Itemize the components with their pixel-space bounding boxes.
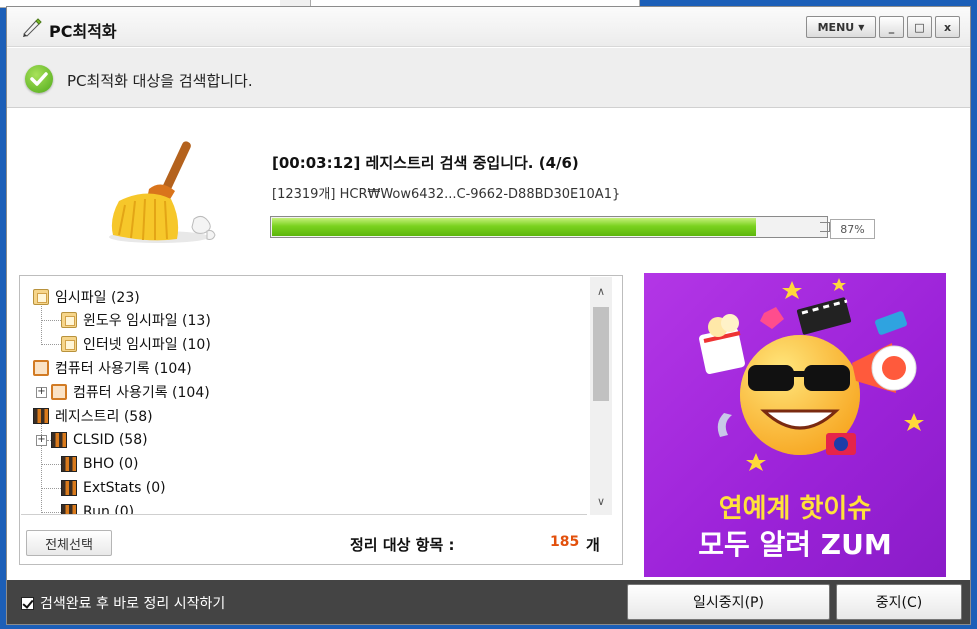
scroll-down-icon[interactable]: ∨ bbox=[590, 491, 612, 511]
tree-item-label: 임시파일 (23) bbox=[55, 290, 140, 306]
brush-pen-icon bbox=[23, 18, 42, 37]
tree-item[interactable]: 윈도우 임시파일 (13) bbox=[61, 308, 211, 332]
window-title: PC최적화 bbox=[49, 22, 117, 41]
registry-icon bbox=[61, 480, 77, 496]
tree-item-label: BHO (0) bbox=[83, 456, 139, 472]
tree-connector bbox=[41, 344, 61, 345]
status-header: PC최적화 대상을 검색합니다. bbox=[7, 48, 970, 108]
tree-connector bbox=[41, 512, 61, 513]
temp-folder-icon bbox=[61, 312, 77, 328]
scan-status-title: [00:03:12] 레지스트리 검색 중입니다. (4/6) bbox=[272, 154, 579, 172]
tree-item-label: 컴퓨터 사용기록 (104) bbox=[73, 385, 210, 401]
tree-item-label: 인터넷 임시파일 (10) bbox=[83, 337, 211, 353]
tree-item[interactable]: + 컴퓨터 사용기록 (104) bbox=[36, 380, 210, 404]
auto-clean-checkbox[interactable]: 검색완료 후 바로 정리 시작하기 bbox=[21, 593, 225, 613]
total-items-label: 정리 대상 항목 : bbox=[350, 536, 455, 554]
scroll-up-icon[interactable]: ∧ bbox=[590, 281, 612, 301]
minimize-button[interactable]: _ bbox=[879, 16, 904, 38]
tree-item-label: 윈도우 임시파일 (13) bbox=[83, 313, 211, 329]
menu-button[interactable]: MENU ▼ bbox=[806, 16, 876, 38]
tree-item[interactable]: 임시파일 (23) bbox=[33, 285, 140, 309]
window-controls: MENU ▼ _ □ x bbox=[806, 16, 960, 38]
tree-item-label: 레지스트리 (58) bbox=[55, 409, 153, 425]
record-icon bbox=[51, 384, 67, 400]
expand-icon[interactable]: + bbox=[36, 386, 47, 398]
total-items-unit: 개 bbox=[586, 536, 600, 554]
ad-brand-line: 모두 알려 ZUM bbox=[698, 528, 892, 561]
title-bar[interactable]: PC최적화 MENU ▼ _ □ x bbox=[7, 7, 970, 47]
menu-label: MENU bbox=[817, 20, 855, 34]
result-tree[interactable]: 임시파일 (23) 윈도우 임시파일 (13) 인터넷 임시파일 (10) 컴퓨… bbox=[21, 277, 587, 515]
maximize-icon: □ bbox=[914, 20, 925, 34]
tree-item-label: ExtStats (0) bbox=[83, 480, 166, 496]
close-button[interactable]: x bbox=[935, 16, 960, 38]
tree-item-label: Run (0) bbox=[83, 504, 135, 515]
temp-folder-icon bbox=[61, 336, 77, 352]
pc-optimizer-window: PC최적화 MENU ▼ _ □ x PC최적화 대상을 검색합니다. [00:… bbox=[6, 6, 971, 625]
tree-item[interactable]: 인터넷 임시파일 (10) bbox=[61, 332, 211, 356]
result-tree-panel: 임시파일 (23) 윈도우 임시파일 (13) 인터넷 임시파일 (10) 컴퓨… bbox=[19, 275, 623, 565]
ad-illustration bbox=[699, 278, 924, 471]
total-items-count: 185 bbox=[550, 534, 580, 550]
temp-folder-icon bbox=[33, 289, 49, 305]
scroll-thumb[interactable] bbox=[593, 307, 609, 401]
registry-icon bbox=[61, 504, 77, 514]
select-all-button[interactable]: 전체선택 bbox=[26, 530, 112, 556]
ad-headline: 연예계 핫이슈 bbox=[718, 494, 872, 524]
chevron-down-icon: ▼ bbox=[858, 22, 865, 32]
registry-icon bbox=[51, 432, 67, 448]
tree-connector bbox=[41, 464, 61, 465]
progress-percent: 87% bbox=[830, 219, 875, 239]
broom-icon bbox=[109, 141, 216, 243]
minimize-icon: _ bbox=[888, 20, 895, 34]
tree-connector bbox=[41, 320, 61, 321]
check-icon bbox=[25, 65, 53, 93]
progress-bar bbox=[270, 216, 828, 238]
tree-item[interactable]: Run (0) bbox=[61, 500, 135, 515]
tree-item-label: 컴퓨터 사용기록 (104) bbox=[55, 361, 192, 377]
registry-icon bbox=[61, 456, 77, 472]
tree-item[interactable]: 컴퓨터 사용기록 (104) bbox=[33, 356, 192, 380]
tree-item[interactable]: 레지스트리 (58) bbox=[33, 404, 153, 428]
progress-fill bbox=[272, 218, 756, 236]
stop-button[interactable]: 중지(C) bbox=[836, 584, 962, 620]
tree-item[interactable]: + CLSID (58) bbox=[36, 428, 148, 452]
expand-icon[interactable]: + bbox=[36, 434, 47, 446]
maximize-button[interactable]: □ bbox=[907, 16, 932, 38]
tree-connector bbox=[41, 488, 61, 489]
tree-scrollbar[interactable]: ∧ ∨ bbox=[590, 277, 612, 515]
tree-item[interactable]: ExtStats (0) bbox=[61, 476, 166, 500]
tree-item[interactable]: BHO (0) bbox=[61, 452, 138, 476]
record-icon bbox=[33, 360, 49, 376]
footer-bar: 검색완료 후 바로 정리 시작하기 일시중지(P) 중지(C) bbox=[7, 580, 970, 624]
checkbox-checked-icon[interactable] bbox=[21, 596, 34, 610]
registry-icon bbox=[33, 408, 49, 424]
pause-button[interactable]: 일시중지(P) bbox=[627, 584, 830, 620]
close-icon: x bbox=[943, 20, 952, 34]
tree-item-label: CLSID (58) bbox=[73, 432, 148, 448]
status-message: PC최적화 대상을 검색합니다. bbox=[67, 72, 253, 90]
progress-bracket bbox=[820, 222, 830, 232]
ad-banner[interactable]: 연예계 핫이슈 모두 알려 ZUM bbox=[644, 273, 946, 577]
scan-current-item: [12319개] HCR₩Wow6432...C-9662-D88BD30E10… bbox=[272, 187, 621, 202]
auto-clean-label: 검색완료 후 바로 정리 시작하기 bbox=[40, 596, 226, 612]
